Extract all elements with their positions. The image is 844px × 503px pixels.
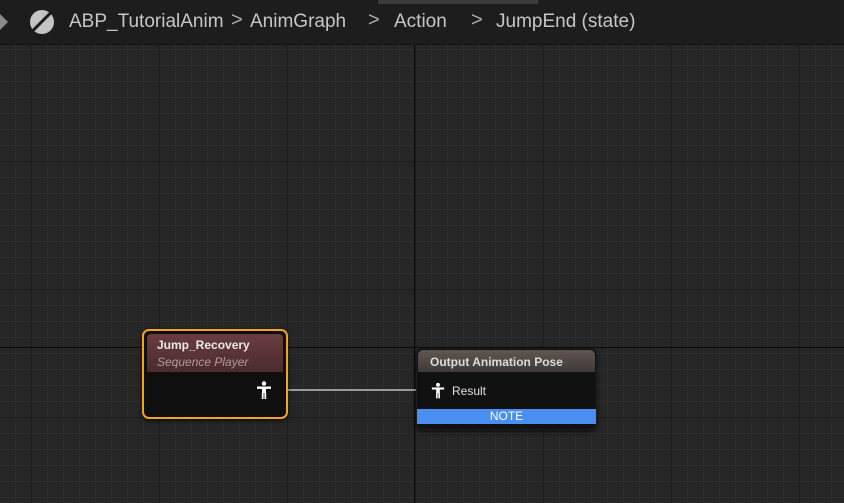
breadcrumb: ABP_TutorialAnim > AnimGraph > Action > … (0, 0, 844, 45)
breadcrumb-item-state[interactable]: JumpEnd (state) (496, 11, 635, 33)
back-arrow-icon[interactable] (0, 14, 8, 30)
result-pin-label: Result (452, 384, 487, 398)
output-animation-pose-node[interactable]: Output Animation Pose Result NOTE (416, 348, 597, 430)
breadcrumb-item-action[interactable]: Action (394, 11, 447, 33)
node-subtitle: Sequence Player (157, 355, 249, 369)
pose-wire[interactable] (288, 389, 416, 391)
breadcrumb-item-blueprint[interactable]: ABP_TutorialAnim (69, 11, 224, 33)
pose-person-icon[interactable] (431, 382, 445, 399)
graph-origin-vertical-line (414, 44, 415, 503)
pose-person-icon[interactable] (256, 381, 272, 399)
breadcrumb-item-animgraph[interactable]: AnimGraph (250, 11, 346, 33)
sequence-player-node[interactable]: Jump_Recovery Sequence Player (142, 329, 288, 419)
breadcrumb-scroll-strip (378, 0, 538, 4)
chevron-right-icon: > (368, 9, 380, 31)
chevron-right-icon: > (471, 9, 483, 31)
note-button[interactable]: NOTE (417, 409, 596, 424)
graph-icon (30, 10, 54, 34)
node-title: Jump_Recovery (157, 338, 250, 352)
chevron-right-icon: > (231, 9, 243, 31)
node-title: Output Animation Pose (430, 355, 563, 369)
